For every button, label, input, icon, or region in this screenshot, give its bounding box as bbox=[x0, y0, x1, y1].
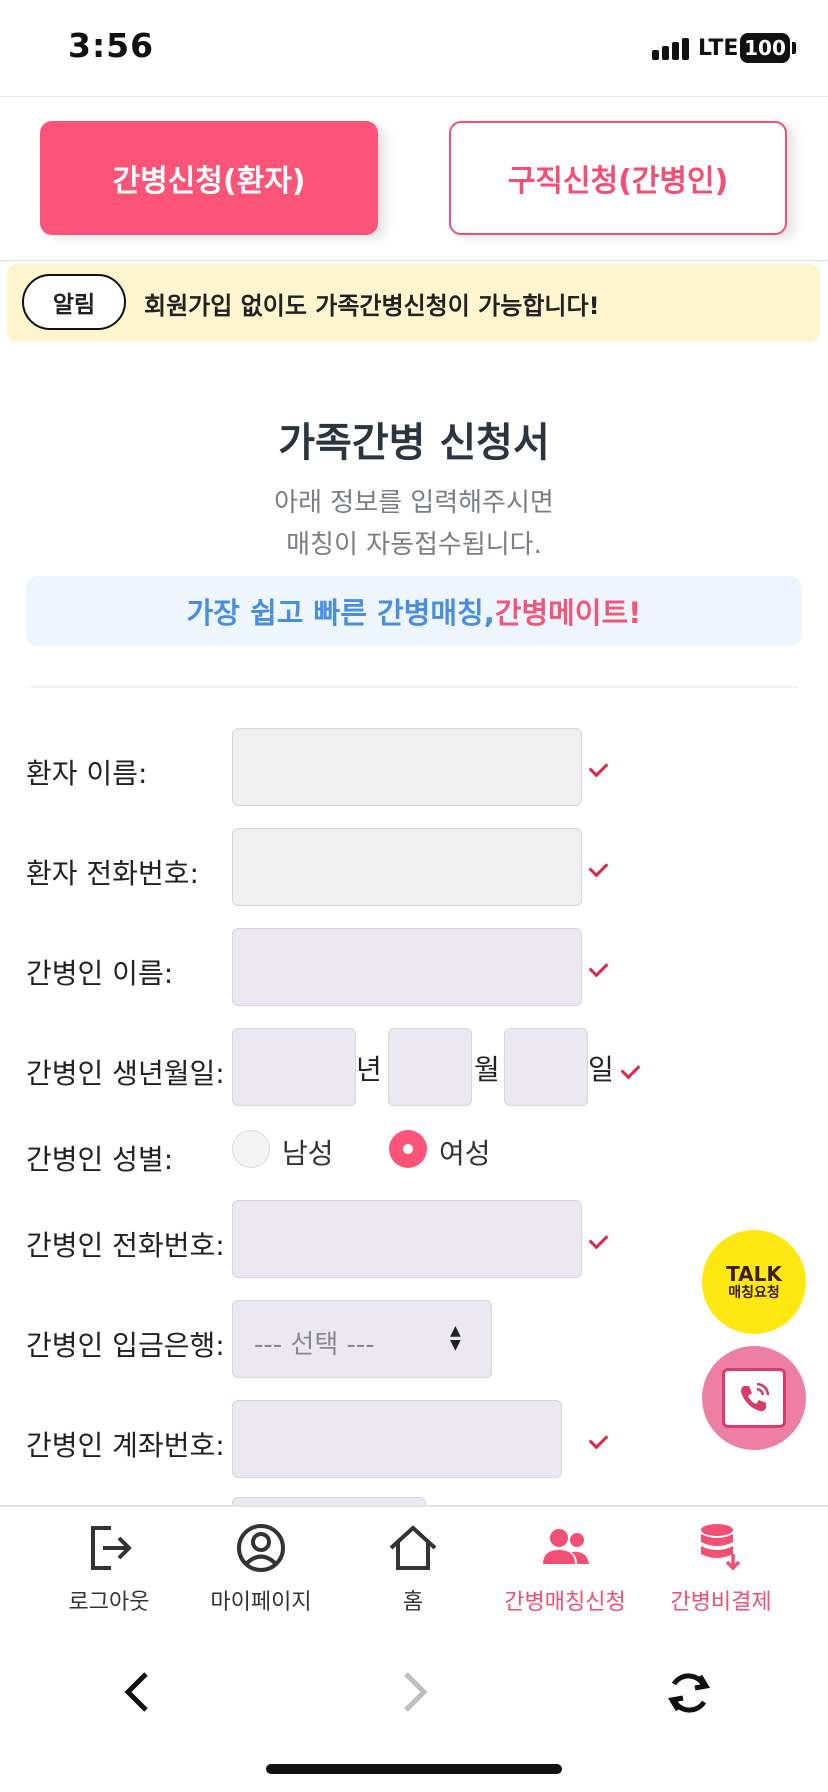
caregiver-account-input[interactable] bbox=[232, 1400, 562, 1478]
kakao-talk-button[interactable]: TALK 매칭요청 bbox=[702, 1230, 806, 1334]
battery-tip bbox=[792, 42, 796, 54]
caregiver-phone-label: 간병인 전화번호: bbox=[26, 1229, 225, 1262]
birth-month-input[interactable] bbox=[388, 1028, 472, 1106]
patient-application-button[interactable]: 간병신청(환자) bbox=[40, 121, 378, 235]
tabs-divider bbox=[0, 260, 828, 261]
back-arrow-icon[interactable] bbox=[118, 1670, 158, 1714]
patient-name-input[interactable] bbox=[232, 728, 582, 806]
nav-mypage[interactable]: 마이페이지 bbox=[186, 1520, 336, 1620]
talk-sublabel: 매칭요청 bbox=[728, 1285, 780, 1301]
patient-phone-label: 환자 전화번호: bbox=[26, 857, 199, 890]
home-icon bbox=[389, 1525, 437, 1570]
form-subtitle-line2: 매칭이 자동접수됩니다. bbox=[286, 530, 542, 560]
caregiver-phone-input[interactable] bbox=[232, 1200, 582, 1278]
status-time: 3:56 bbox=[68, 26, 155, 65]
birth-day-unit: 일 bbox=[588, 1053, 614, 1086]
form-subtitle-line1: 아래 정보를 입력해주시면 bbox=[274, 488, 554, 518]
nav-home-label: 홈 bbox=[402, 1590, 424, 1615]
refresh-icon[interactable] bbox=[664, 1668, 714, 1718]
status-divider bbox=[0, 96, 828, 97]
caregiver-bank-label: 간병인 입금은행: bbox=[26, 1329, 225, 1362]
section-divider bbox=[30, 686, 798, 688]
required-check-icon bbox=[588, 857, 609, 878]
nav-home[interactable]: 홈 bbox=[338, 1520, 488, 1620]
network-label: LTE bbox=[698, 36, 739, 61]
nav-logout[interactable]: 로그아웃 bbox=[34, 1520, 184, 1620]
slogan-box: 가장 쉽고 빠른 간병매칭, 간병메이트! bbox=[26, 576, 802, 646]
phone-icon bbox=[722, 1368, 786, 1428]
users-icon bbox=[543, 1529, 589, 1564]
user-circle-icon bbox=[237, 1524, 285, 1572]
nav-mypage-label: 마이페이지 bbox=[210, 1590, 312, 1615]
caregiver-job-application-button[interactable]: 구직신청(간병인) bbox=[449, 121, 787, 235]
required-check-icon bbox=[620, 1059, 641, 1080]
required-check-icon bbox=[588, 1229, 609, 1250]
forward-arrow-icon[interactable] bbox=[394, 1670, 434, 1714]
nav-logout-label: 로그아웃 bbox=[68, 1590, 150, 1615]
notice-text: 회원가입 없이도 가족간병신청이 가능합니다! bbox=[144, 292, 600, 320]
database-download-icon bbox=[701, 1524, 741, 1571]
gender-female-radio[interactable] bbox=[389, 1130, 427, 1168]
form-title: 가족간병 신청서 bbox=[278, 420, 550, 466]
battery-icon: 100 bbox=[740, 33, 790, 63]
birth-month-unit: 월 bbox=[474, 1053, 500, 1086]
notice-badge: 알림 bbox=[22, 274, 126, 330]
talk-label: TALK bbox=[726, 1262, 782, 1286]
nav-payment[interactable]: 간병비결제 bbox=[646, 1520, 796, 1620]
gender-male-label[interactable]: 남성 bbox=[282, 1132, 334, 1172]
slogan-main: 가장 쉽고 빠른 간병매칭, bbox=[186, 596, 495, 630]
caregiver-name-input[interactable] bbox=[232, 928, 582, 1006]
birth-year-unit: 년 bbox=[356, 1053, 382, 1086]
select-arrows-icon: ▲ ▼ bbox=[450, 1323, 461, 1353]
nav-matching-label: 간병매칭신청 bbox=[504, 1590, 626, 1615]
patient-phone-input[interactable] bbox=[232, 828, 582, 906]
gender-male-radio[interactable] bbox=[232, 1130, 270, 1168]
patient-name-label: 환자 이름: bbox=[26, 757, 148, 790]
call-button[interactable] bbox=[702, 1346, 806, 1450]
signal-icon bbox=[652, 38, 692, 60]
caregiver-name-label: 간병인 이름: bbox=[26, 957, 174, 990]
caregiver-gender-label: 간병인 성별: bbox=[26, 1143, 174, 1176]
nav-matching[interactable]: 간병매칭신청 bbox=[490, 1520, 640, 1620]
nav-payment-label: 간병비결제 bbox=[670, 1590, 772, 1615]
required-check-icon bbox=[588, 957, 609, 978]
required-check-icon bbox=[588, 757, 609, 778]
caregiver-birth-label: 간병인 생년월일: bbox=[26, 1057, 225, 1090]
logout-icon bbox=[91, 1526, 132, 1570]
bank-select-placeholder: --- 선택 --- bbox=[254, 1330, 375, 1360]
home-indicator bbox=[266, 1764, 562, 1774]
required-check-icon bbox=[588, 1429, 609, 1450]
birth-day-input[interactable] bbox=[504, 1028, 588, 1106]
birth-year-input[interactable] bbox=[232, 1028, 356, 1106]
caregiver-account-label: 간병인 계좌번호: bbox=[26, 1429, 225, 1462]
gender-female-label[interactable]: 여성 bbox=[439, 1132, 491, 1172]
slogan-brand: 간병메이트! bbox=[494, 596, 642, 630]
